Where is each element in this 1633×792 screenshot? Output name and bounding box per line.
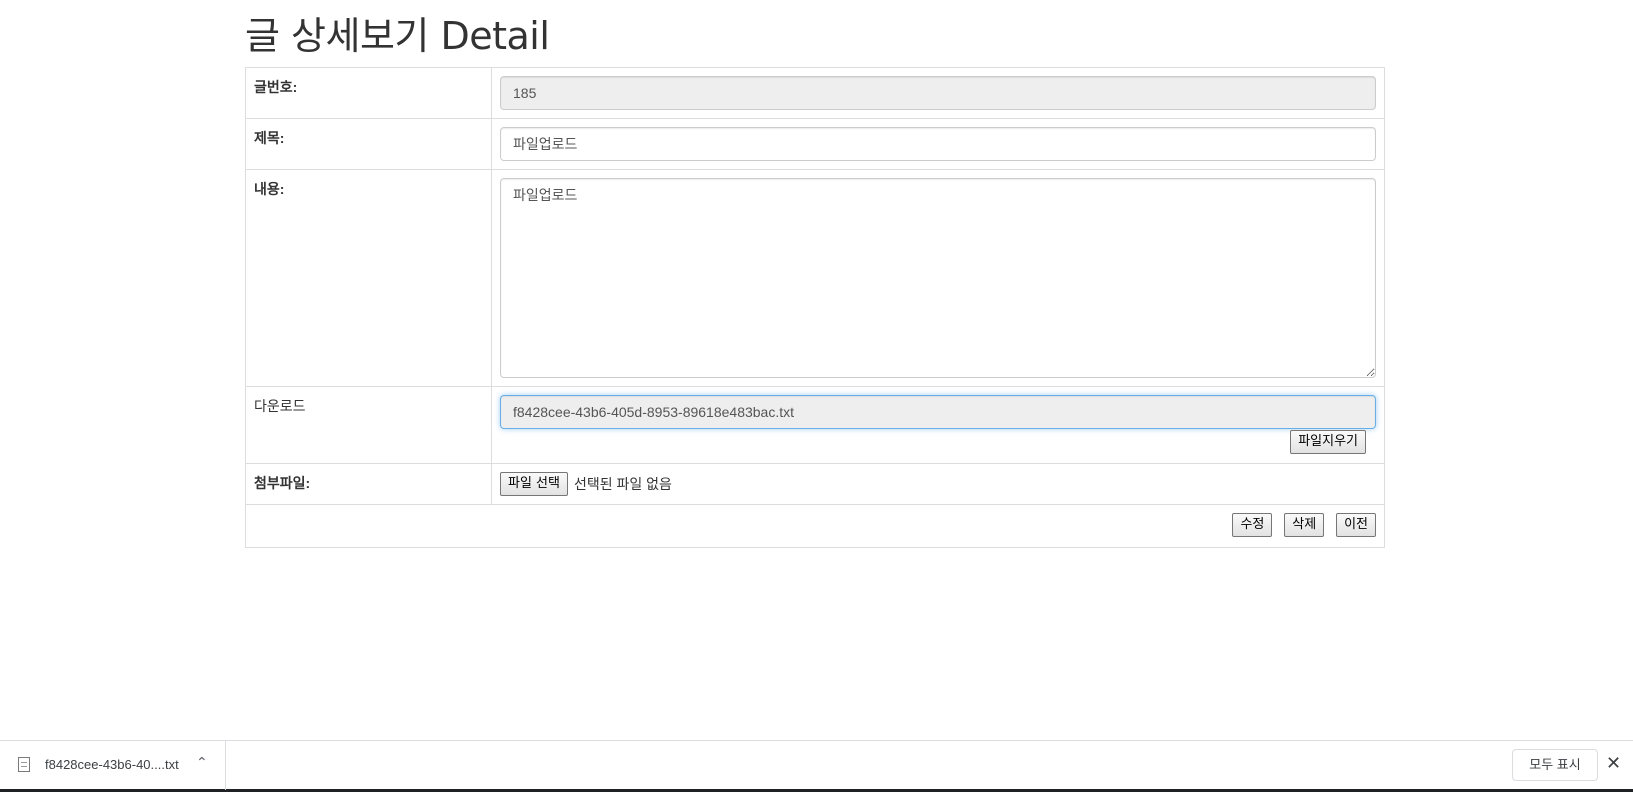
detail-table: 글번호: 제목: 내용: 파일업로드 다운로드 bbox=[245, 67, 1385, 548]
number-label: 글번호: bbox=[254, 79, 298, 95]
subject-label: 제목: bbox=[254, 130, 285, 146]
file-status-text: 선택된 파일 없음 bbox=[573, 476, 672, 492]
attachment-label: 첨부파일: bbox=[254, 475, 311, 491]
value-cell: 파일 선택 선택된 파일 없음 bbox=[491, 463, 1385, 505]
value-cell bbox=[491, 118, 1385, 170]
row-attachment: 첨부파일: 파일 선택 선택된 파일 없음 bbox=[245, 463, 1385, 505]
row-download: 다운로드 파일지우기 bbox=[245, 386, 1385, 464]
back-button[interactable]: 이전 bbox=[1336, 513, 1376, 537]
row-content: 내용: 파일업로드 bbox=[245, 169, 1385, 387]
page-title: 글 상세보기 Detail bbox=[245, 14, 550, 58]
file-icon bbox=[18, 757, 30, 772]
row-subject: 제목: bbox=[245, 118, 1385, 170]
download-item[interactable]: f8428cee-43b6-40....txt ⌃ bbox=[0, 741, 226, 790]
label-cell: 내용: bbox=[245, 169, 492, 387]
value-cell: 파일업로드 bbox=[491, 169, 1385, 387]
download-bar: f8428cee-43b6-40....txt ⌃ 모두 표시 ✕ bbox=[0, 740, 1633, 792]
choose-file-button[interactable]: 파일 선택 bbox=[500, 472, 568, 496]
delete-file-row: 파일지우기 bbox=[500, 430, 1376, 454]
label-cell: 첨부파일: bbox=[245, 463, 492, 505]
delete-file-button[interactable]: 파일지우기 bbox=[1290, 430, 1366, 454]
content-label: 내용: bbox=[254, 181, 285, 197]
download-label: 다운로드 bbox=[254, 398, 306, 414]
delete-button[interactable]: 삭제 bbox=[1284, 513, 1325, 537]
edit-button[interactable]: 수정 bbox=[1232, 513, 1273, 537]
subject-input[interactable] bbox=[500, 127, 1376, 161]
label-cell: 다운로드 bbox=[245, 386, 492, 464]
content-textarea[interactable]: 파일업로드 bbox=[500, 178, 1376, 378]
download-file-name[interactable]: f8428cee-43b6-40....txt bbox=[45, 757, 179, 772]
close-icon[interactable]: ✕ bbox=[1606, 753, 1621, 774]
chevron-up-icon[interactable]: ⌃ bbox=[196, 754, 208, 771]
label-cell: 제목: bbox=[245, 118, 492, 170]
action-cell: 수정 삭제 이전 bbox=[245, 504, 1385, 548]
label-cell: 글번호: bbox=[245, 67, 492, 119]
file-chooser: 파일 선택 선택된 파일 없음 bbox=[500, 472, 1376, 496]
row-actions: 수정 삭제 이전 bbox=[245, 504, 1385, 548]
number-field[interactable] bbox=[500, 76, 1376, 110]
download-file-field[interactable] bbox=[500, 395, 1376, 429]
value-cell: 파일지우기 bbox=[491, 386, 1385, 464]
value-cell bbox=[491, 67, 1385, 119]
show-all-button[interactable]: 모두 표시 bbox=[1512, 749, 1598, 781]
row-number: 글번호: bbox=[245, 67, 1385, 119]
